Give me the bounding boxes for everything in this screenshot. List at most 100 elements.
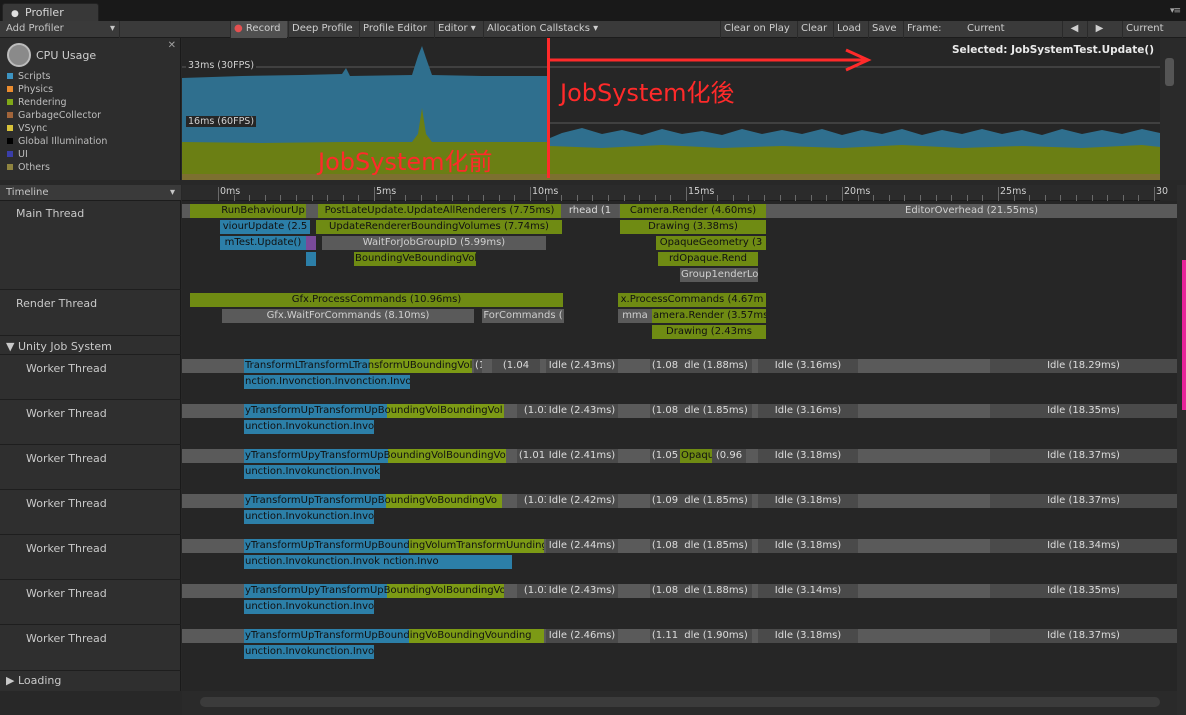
- timeline-block[interactable]: unction.Invokunction.Invok: [244, 645, 374, 659]
- timeline-block[interactable]: BoundingVeBoundingVol: [354, 252, 476, 266]
- timeline-block[interactable]: (1.04: [474, 359, 482, 373]
- timeline-block[interactable]: Camera.Render (4.60ms): [620, 204, 766, 218]
- cpu-usage-panel[interactable]: CPU Usage ✕ Scripts Physics Rendering Garba…: [0, 38, 181, 180]
- timeline-block[interactable]: yTransformUpTransformUpBoundingVolumTran…: [244, 539, 544, 553]
- timeline-block[interactable]: unction.Invokunction.Invok: [244, 510, 374, 524]
- timeline-view-dropdown[interactable]: Timeline ▾: [0, 185, 181, 201]
- horizontal-scrollbar[interactable]: [200, 697, 1160, 707]
- legend-item[interactable]: Scripts: [7, 71, 51, 82]
- timeline-block[interactable]: dle (1.85ms): [680, 494, 752, 508]
- timeline-block[interactable]: mma: [618, 309, 652, 323]
- graph-scrollbar-thumb[interactable]: [1165, 58, 1174, 86]
- timeline-block[interactable]: OpaqueGeometry (3: [656, 236, 766, 250]
- timeline-block[interactable]: Idle (2.43ms): [546, 584, 618, 598]
- timeline-block[interactable]: rhead (1: [561, 204, 619, 218]
- timeline-block[interactable]: (1.01: [517, 449, 547, 463]
- timeline-block[interactable]: (1.11: [650, 629, 680, 643]
- timeline-block[interactable]: Idle (2.44ms): [546, 539, 618, 553]
- timeline-block[interactable]: (1.08: [650, 584, 680, 598]
- timeline-block[interactable]: Idle (3.18ms): [758, 494, 858, 508]
- timeline-block[interactable]: Drawing (2.43ms: [652, 325, 766, 339]
- allocation-callstacks-dropdown[interactable]: Allocation Callstacks ▾: [483, 21, 613, 38]
- timeline-block[interactable]: x.ProcessCommands (4.67m: [618, 293, 766, 307]
- close-icon[interactable]: ✕: [168, 40, 176, 51]
- clear-button[interactable]: Clear: [797, 21, 832, 38]
- timeline-block[interactable]: dle (1.90ms): [680, 629, 752, 643]
- legend-item[interactable]: Rendering: [7, 97, 67, 108]
- timeline-block[interactable]: Gfx.WaitForCommands (8.10ms): [222, 309, 474, 323]
- prev-frame-button[interactable]: ◀: [1062, 21, 1086, 38]
- timeline-block[interactable]: Idle (2.43ms): [546, 404, 618, 418]
- load-button[interactable]: Load: [833, 21, 867, 38]
- next-frame-button[interactable]: ▶: [1087, 21, 1111, 38]
- timeline-block[interactable]: UpdateRendererBoundingVolumes (7.74ms): [316, 220, 562, 234]
- timeline-block[interactable]: yTransformUpyTransformUpBoundingVolBound…: [244, 584, 504, 598]
- timeline-block[interactable]: Idle (18.35ms): [990, 584, 1177, 598]
- timeline-block[interactable]: Opaque: [680, 449, 712, 463]
- context-menu-icon[interactable]: ▾≡: [1170, 6, 1181, 16]
- timeline-block[interactable]: (1.08: [650, 359, 680, 373]
- timeline-block[interactable]: dle (1.85ms): [680, 404, 752, 418]
- timeline-block[interactable]: Group1enderLo: [680, 268, 758, 282]
- editor-dropdown[interactable]: Editor ▾: [434, 21, 482, 38]
- timeline-block[interactable]: viourUpdate (2.5: [220, 220, 310, 234]
- timeline-block[interactable]: dle (1.88ms): [680, 359, 752, 373]
- legend-item[interactable]: VSync: [7, 123, 47, 134]
- timeline-block[interactable]: (1.05: [650, 449, 680, 463]
- timeline-block[interactable]: Idle (18.37ms): [990, 494, 1177, 508]
- timeline-block[interactable]: (1.04: [492, 359, 540, 373]
- timeline-block[interactable]: yTransformUpTransformUpBoundingVoBoundin…: [244, 494, 502, 508]
- tab-profiler[interactable]: ● Profiler: [2, 3, 99, 21]
- timeline-block[interactable]: Idle (3.18ms): [758, 449, 858, 463]
- timeline-block[interactable]: Idle (2.43ms): [546, 359, 618, 373]
- legend-item[interactable]: UI: [7, 149, 28, 160]
- record-button[interactable]: ● Record: [230, 21, 287, 38]
- clear-on-play-button[interactable]: Clear on Play: [720, 21, 796, 38]
- timeline-block[interactable]: Idle (3.18ms): [758, 539, 858, 553]
- timeline-block[interactable]: Idle (3.18ms): [758, 629, 858, 643]
- timeline-block[interactable]: (0.96: [712, 449, 746, 463]
- timeline-block[interactable]: RunBehaviourUp: [220, 204, 306, 218]
- timeline-block[interactable]: yTransformUpyTransformUpBoundingVolBound…: [244, 449, 506, 463]
- timeline-block[interactable]: unction.Invokunction.Invok nction.Invo: [244, 555, 512, 569]
- timeline-block[interactable]: rdOpaque.Rend: [658, 252, 758, 266]
- timeline-block[interactable]: Idle (2.41ms): [546, 449, 618, 463]
- legend-item[interactable]: Global Illumination: [7, 136, 107, 147]
- legend-item[interactable]: Physics: [7, 84, 53, 95]
- timeline-block[interactable]: ForCommands (: [482, 309, 564, 323]
- timeline-block[interactable]: Idle (18.37ms): [990, 449, 1177, 463]
- loading-foldout[interactable]: ▶ Loading: [6, 674, 61, 687]
- timeline-block[interactable]: Idle (3.14ms): [758, 584, 858, 598]
- timeline-ruler[interactable]: 0ms 5ms 10ms 15ms 20ms 25ms 30: [182, 185, 1168, 201]
- timeline-block[interactable]: Idle (18.35ms): [990, 404, 1177, 418]
- timeline-block[interactable]: (1.08: [650, 404, 680, 418]
- timeline-block[interactable]: EditorOverhead (21.55ms): [766, 204, 1177, 218]
- timeline-block[interactable]: (1.09: [650, 494, 680, 508]
- timeline-tracks[interactable]: RunBehaviourUp PostLateUpdate.UpdateAllR…: [182, 201, 1177, 691]
- timeline-block[interactable]: Gfx.ProcessCommands (10.96ms): [190, 293, 563, 307]
- timeline-block[interactable]: unction.Invokunction.Invok: [244, 465, 380, 479]
- current-frame-button[interactable]: Current: [1122, 21, 1174, 38]
- timeline-block[interactable]: WaitForJobGroupID (5.99ms): [322, 236, 546, 250]
- timeline-block[interactable]: Idle (3.16ms): [758, 404, 858, 418]
- timeline-block[interactable]: unction.Invokunction.Invok: [244, 600, 374, 614]
- add-profiler-dropdown[interactable]: Add Profiler ▾: [2, 21, 120, 38]
- timeline-block[interactable]: Drawing (3.38ms): [620, 220, 766, 234]
- timeline-block[interactable]: dle (1.88ms): [680, 584, 752, 598]
- save-button[interactable]: Save: [868, 21, 902, 38]
- timeline-block[interactable]: Idle (18.29ms): [990, 359, 1177, 373]
- timeline-block[interactable]: (1.08: [650, 539, 680, 553]
- timeline-block[interactable]: yTransformUpTransformUpBoundingVoBoundin…: [244, 629, 544, 643]
- timeline-block[interactable]: Idle (2.46ms): [546, 629, 618, 643]
- profile-editor-button[interactable]: Profile Editor: [359, 21, 433, 38]
- timeline-block[interactable]: unction.Invokunction.Invok: [244, 420, 374, 434]
- timeline-block[interactable]: PostLateUpdate.UpdateAllRenderers (7.75m…: [318, 204, 561, 218]
- timeline-block[interactable]: Idle (18.34ms): [990, 539, 1177, 553]
- timeline-block[interactable]: dle (1.85ms): [680, 539, 752, 553]
- timeline-block[interactable]: yTransformUpTransformUpBoundingVolBoundi…: [244, 404, 504, 418]
- job-system-foldout[interactable]: ▼ Unity Job System: [6, 340, 112, 353]
- legend-item[interactable]: GarbageCollector: [7, 110, 101, 121]
- timeline-block[interactable]: amera.Render (3.57ms: [652, 309, 766, 323]
- timeline-block[interactable]: nction.Invonction.Invonction.Invo: [244, 375, 410, 389]
- timeline-block[interactable]: TransformLTransformLTransformUBoundingVo…: [244, 359, 472, 373]
